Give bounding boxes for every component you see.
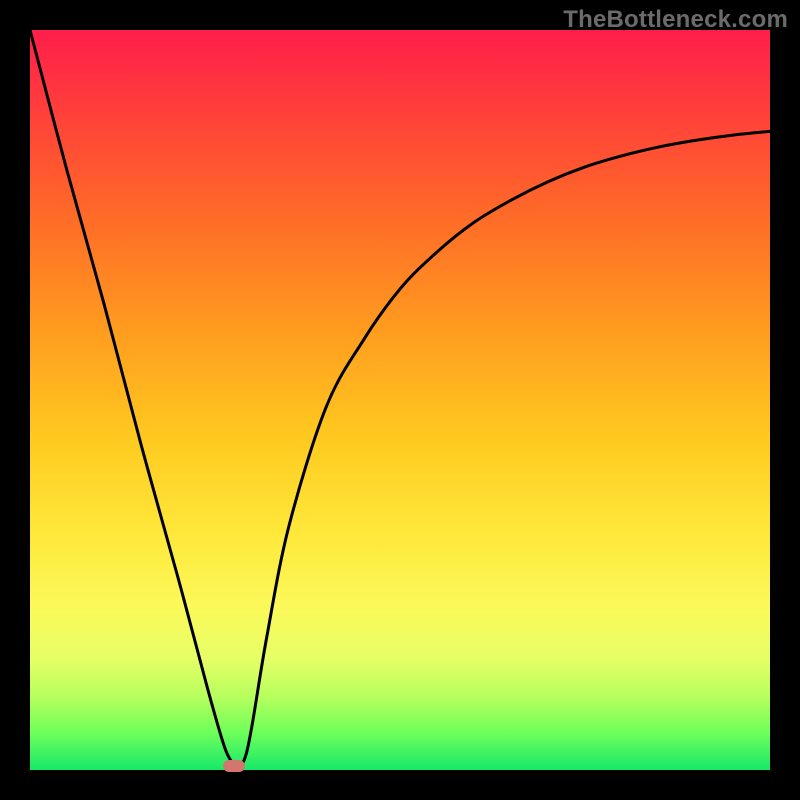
curve-svg [30,30,770,770]
bottleneck-curve [30,30,770,766]
chart-container: TheBottleneck.com [0,0,800,800]
minimum-marker [223,760,245,772]
plot-area [30,30,770,770]
